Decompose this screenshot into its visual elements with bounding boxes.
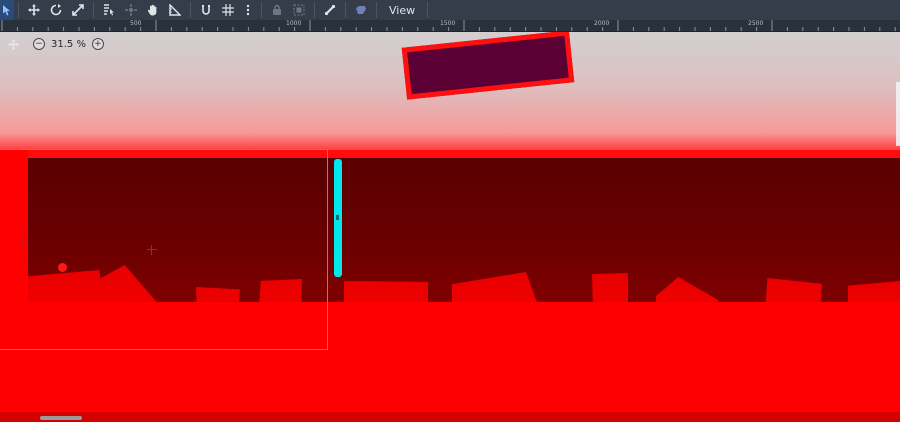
more-options-icon (242, 4, 254, 16)
list-select-button[interactable] (98, 0, 120, 20)
ruler-label: 2500 (748, 20, 764, 27)
position-gizmo-icon[interactable] (147, 245, 157, 255)
rotate-tool-icon (50, 4, 62, 16)
position-gizmo-icon[interactable] (18, 237, 28, 247)
rotate-tool-button[interactable] (45, 0, 67, 20)
move-tool-icon (28, 4, 40, 16)
group-icon (293, 4, 305, 16)
canvas-viewport[interactable]: − 31.5 % + (0, 32, 900, 422)
more-options-button[interactable] (239, 0, 257, 20)
center-view-icon[interactable] (8, 38, 19, 50)
scale-tool-button[interactable] (67, 0, 89, 20)
zoom-controls: − 31.5 % + (8, 38, 104, 50)
zoom-level-label[interactable]: 31.5 % (51, 39, 86, 50)
ruler-tool-icon (169, 4, 181, 16)
ruler-label: 2000 (594, 20, 610, 27)
override-camera-icon (355, 4, 367, 16)
bone-button[interactable] (319, 0, 341, 20)
ground-bottom-edge (0, 412, 900, 422)
grid-snap-icon (222, 4, 234, 16)
override-camera-button[interactable] (350, 0, 372, 20)
lock-icon (271, 4, 283, 16)
selection-rect[interactable] (0, 149, 328, 350)
collision-shape-handle[interactable] (336, 215, 339, 220)
pan-tool-icon (147, 4, 159, 16)
toolbar-separator (93, 2, 94, 18)
pivot-button[interactable] (120, 0, 142, 20)
horizontal-ruler[interactable]: 500 1000 1500 2000 2500 (0, 20, 900, 32)
editor-toolbar: View (0, 0, 900, 20)
ruler-tool-button[interactable] (164, 0, 186, 20)
ruler-label: 1000 (286, 20, 302, 27)
view-menu[interactable]: View (381, 0, 423, 20)
toolbar-separator (427, 2, 429, 18)
list-select-icon (103, 4, 115, 16)
bone-icon (324, 4, 336, 16)
zoom-in-button[interactable]: + (91, 38, 104, 50)
zoom-out-button[interactable]: − (33, 38, 45, 50)
toolbar-separator (376, 2, 377, 18)
group-button[interactable] (288, 0, 310, 20)
toolbar-separator (190, 2, 191, 18)
spawn-point-marker[interactable] (58, 263, 67, 272)
move-tool-button[interactable] (23, 0, 45, 20)
toolbar-separator (345, 2, 346, 18)
smart-snap-icon (200, 4, 212, 16)
pan-tool-button[interactable] (142, 0, 164, 20)
select-tool-icon (1, 4, 13, 16)
toolbar-separator (261, 2, 262, 18)
smart-snap-button[interactable] (195, 0, 217, 20)
ruler-label: 1500 (440, 20, 456, 27)
horizontal-scrollbar[interactable] (40, 416, 82, 420)
grid-snap-button[interactable] (217, 0, 239, 20)
pivot-icon (125, 4, 137, 16)
lock-button[interactable] (266, 0, 288, 20)
scale-tool-icon (72, 4, 84, 16)
sky-edge-strip (896, 82, 900, 146)
toolbar-separator (18, 2, 19, 18)
select-tool-button[interactable] (0, 0, 14, 20)
ruler-label: 500 (130, 20, 142, 27)
toolbar-separator (314, 2, 315, 18)
